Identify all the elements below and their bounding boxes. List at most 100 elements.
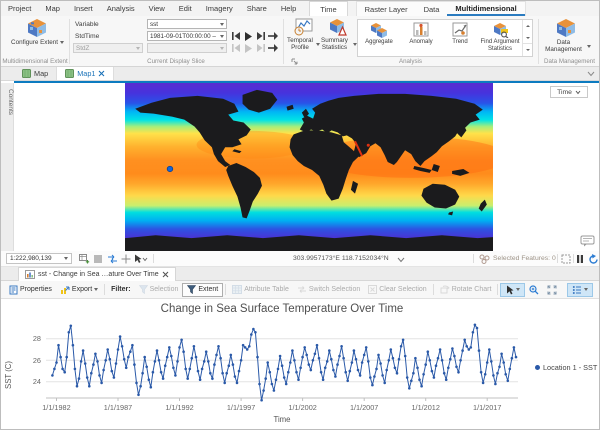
tab-data[interactable]: Data — [416, 2, 448, 16]
notification-icon[interactable] — [580, 235, 595, 247]
stdtime-combo[interactable]: 1981-09-01T00:00:00 – — [147, 31, 227, 41]
anomaly-label: Anomaly — [409, 39, 432, 46]
switch-selection-label: Switch Selection — [309, 286, 360, 293]
dialog-launcher-icon[interactable] — [291, 58, 298, 65]
map-canvas[interactable] — [125, 83, 493, 251]
filter-selection-button[interactable]: Selection — [135, 283, 183, 297]
tab-multidimensional[interactable]: Multidimensional — [447, 2, 524, 16]
x-tick-label: 1/1/2012 — [404, 403, 448, 412]
pause-icon[interactable] — [576, 254, 584, 264]
time-overlay-button[interactable]: Time — [550, 86, 588, 98]
map-icon — [22, 69, 31, 78]
stdz-value-combo[interactable] — [147, 43, 227, 53]
ribbon: Configure Extent Variable StdTime sst 19… — [1, 16, 600, 67]
variable-value: sst — [150, 21, 158, 28]
summary-statistics-button[interactable]: Summary Statistics — [319, 18, 355, 51]
selected-features-count: Selected Features: 0 — [493, 255, 556, 262]
aggregate-button[interactable]: Aggregate — [358, 20, 400, 56]
step-last-z-button[interactable] — [255, 43, 266, 53]
zoom-in-icon — [529, 285, 539, 295]
configure-extent-button[interactable]: Configure Extent — [9, 18, 65, 46]
close-icon[interactable] — [98, 70, 105, 77]
aggregate-icon — [370, 22, 388, 38]
view-tab-map1[interactable]: Map1 — [57, 67, 114, 80]
contents-panel-label: Contents — [1, 87, 14, 115]
tab-edit[interactable]: Edit — [172, 1, 199, 16]
clear-selection-icon — [368, 285, 377, 294]
collapse-ribbon-icon[interactable] — [587, 71, 595, 77]
clear-selection-button[interactable]: Clear Selection — [364, 283, 430, 297]
tab-analysis[interactable]: Analysis — [100, 1, 142, 16]
tab-project[interactable]: Project — [1, 1, 38, 16]
chart-legend-item[interactable]: Location 1 - SST — [535, 363, 597, 372]
step-last-button[interactable] — [255, 31, 266, 41]
pointer-menu-icon[interactable] — [133, 254, 148, 264]
tab-raster-layer[interactable]: Raster Layer — [357, 2, 416, 16]
tab-time-contextual[interactable]: Time — [309, 1, 347, 16]
close-icon[interactable] — [162, 271, 169, 278]
chevron-down-icon — [60, 41, 64, 44]
gallery-expand-button[interactable] — [523, 43, 532, 56]
attribute-table-button[interactable]: Attribute Table — [228, 283, 293, 297]
map-status-bar: 1:222,980,139 303.9957173°E 118.7152034°… — [1, 251, 600, 267]
chart-properties-button[interactable]: Properties — [5, 283, 56, 297]
variable-label: Variable — [75, 21, 99, 28]
find-argument-statistics-button[interactable]: Find Argument Statistics — [478, 20, 522, 56]
gallery-scroll-up-button[interactable] — [523, 20, 532, 32]
contents-panel-tab[interactable]: Contents — [1, 83, 14, 251]
coordinates-display[interactable]: 303.9957173°E 118.7152034°N — [293, 255, 389, 262]
anomaly-button[interactable]: Anomaly — [400, 20, 442, 56]
grid-add-icon[interactable] — [79, 254, 90, 264]
data-management-button[interactable]: Data Management — [542, 18, 590, 53]
step-forward-button[interactable] — [267, 31, 278, 41]
group-label-data-management: Data Management — [538, 58, 600, 65]
switch-selection-button[interactable]: Switch Selection — [293, 283, 364, 297]
tab-map[interactable]: Map — [38, 1, 67, 16]
crosshair-icon[interactable] — [121, 254, 131, 264]
step-first-z-button[interactable] — [231, 43, 242, 53]
chart-plot[interactable] — [46, 321, 518, 402]
tab-help[interactable]: Help — [274, 1, 303, 16]
map-icon — [65, 69, 74, 78]
chart-export-label: Export — [72, 286, 92, 293]
step-forward-z-button[interactable] — [267, 43, 278, 53]
trend-button[interactable]: Trend — [442, 20, 478, 56]
variable-combo[interactable]: sst — [147, 19, 227, 29]
cursor-icon — [505, 285, 514, 295]
chart-tab[interactable]: sst - Change in Sea …ature Over Time — [18, 267, 176, 281]
play-z-button[interactable] — [243, 43, 254, 53]
rotate-chart-button[interactable]: Rotate Chart — [436, 283, 496, 297]
chart-legend-toggle[interactable] — [567, 283, 593, 297]
stdz-combo[interactable]: StdZ — [73, 43, 143, 53]
selection-box-icon[interactable] — [561, 254, 571, 264]
filter-label: Filter: — [107, 283, 134, 297]
play-button[interactable] — [243, 31, 254, 41]
attribute-table-label: Attribute Table — [244, 286, 289, 293]
filter-extent-button[interactable]: Extent — [182, 283, 223, 297]
chart-zoom-tool[interactable] — [525, 283, 543, 297]
temporal-profile-button[interactable]: Temporal Profile — [286, 18, 319, 51]
gallery-scroll-down-button[interactable] — [523, 32, 532, 44]
chart-icon — [25, 270, 35, 279]
full-extent-icon — [547, 285, 557, 295]
chevron-down-icon[interactable] — [397, 257, 405, 263]
chart-full-extent-tool[interactable] — [543, 283, 561, 297]
view-tab-map[interactable]: Map — [14, 67, 57, 80]
chart-pointer-tool[interactable] — [500, 283, 525, 297]
data-management-label: Data Management — [542, 39, 586, 53]
scale-combo[interactable]: 1:222,980,139 — [6, 253, 72, 264]
chart-x-axis-label: Time — [46, 415, 518, 424]
legend-label: Location 1 - SST — [543, 363, 597, 372]
analysis-gallery: Aggregate Anomaly Trend — [357, 19, 533, 57]
swap-arrows-icon[interactable] — [107, 254, 118, 264]
select-square-icon[interactable] — [93, 254, 103, 264]
chart-export-button[interactable]: Export — [56, 283, 102, 297]
tab-view[interactable]: View — [142, 1, 172, 16]
tab-insert[interactable]: Insert — [67, 1, 100, 16]
x-tick-label: 1/1/1992 — [158, 403, 202, 412]
step-first-button[interactable] — [231, 31, 242, 41]
refresh-icon[interactable] — [588, 254, 599, 265]
tab-share[interactable]: Share — [240, 1, 274, 16]
tab-imagery[interactable]: Imagery — [199, 1, 240, 16]
time-overlay-label: Time — [557, 89, 572, 96]
